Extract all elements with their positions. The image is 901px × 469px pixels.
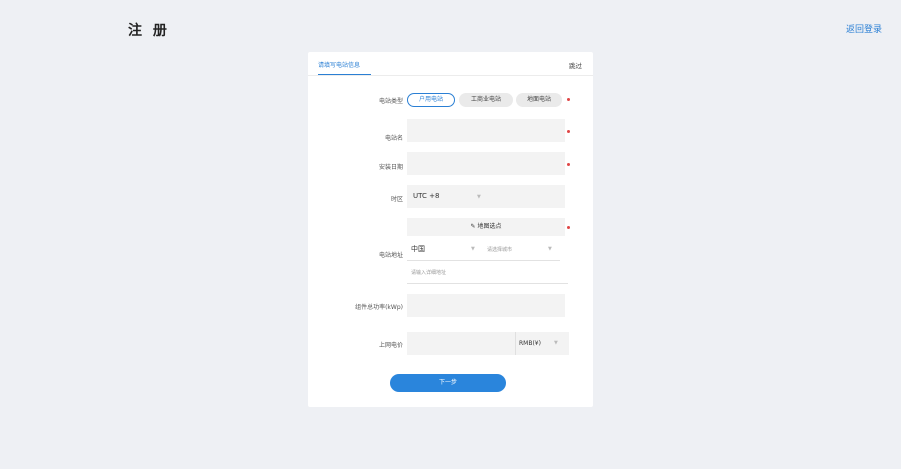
station-type-option-commercial[interactable]: 工商业电站 [459, 93, 513, 107]
currency-value: RMB(¥) [519, 340, 541, 347]
map-pick-label: 地图选点 [477, 223, 502, 230]
back-to-login-link[interactable]: 返回登录 [846, 22, 882, 35]
chevron-down-icon: ▼ [477, 194, 481, 200]
station-name-input[interactable] [407, 119, 565, 142]
chevron-down-icon: ▼ [554, 340, 558, 346]
station-type-option-residential[interactable]: 户用电站 [407, 93, 455, 107]
station-name-label: 电站名 [384, 135, 403, 142]
map-pick-button[interactable]: ✎ 地图选点 [407, 218, 565, 236]
station-type-option-ground[interactable]: 地面电站 [516, 93, 562, 107]
price-label: 上网电价 [378, 342, 403, 349]
chevron-down-icon: ▼ [548, 246, 552, 252]
page-title: 注 册 [128, 23, 170, 39]
currency-select[interactable]: RMB(¥) [515, 332, 569, 355]
skip-button[interactable]: 跳过 [569, 60, 582, 70]
station-address-label: 电站地址 [378, 252, 403, 259]
timezone-select[interactable]: UTC +8 [407, 185, 565, 208]
capacity-label: 组件总功率(kWp) [355, 304, 403, 311]
required-dot [567, 130, 570, 133]
install-date-label: 安装日期 [378, 164, 403, 171]
price-input[interactable] [407, 332, 515, 355]
required-dot [567, 98, 570, 101]
station-type-label: 电站类型 [378, 98, 403, 105]
chevron-down-icon: ▼ [471, 246, 475, 252]
city-select[interactable]: 请选择城市 [487, 246, 512, 253]
station-info-card: 请填写电站信息 跳过 电站类型 户用电站 工商业电站 地面电站 电站名 安装日期… [308, 52, 593, 407]
timezone-label: 时区 [390, 196, 403, 203]
detail-address-input[interactable]: 请输入详细地址 [411, 269, 446, 276]
timezone-value: UTC +8 [413, 192, 440, 200]
country-select[interactable]: 中国 [411, 244, 425, 254]
tab-station-info[interactable]: 请填写电站信息 [318, 60, 360, 75]
pencil-icon: ✎ [470, 223, 476, 230]
required-dot [567, 163, 570, 166]
install-date-input[interactable] [407, 152, 565, 175]
card-divider [308, 75, 593, 76]
next-step-button[interactable]: 下一步 [390, 374, 506, 392]
required-dot [567, 226, 570, 229]
address-divider [407, 283, 568, 284]
capacity-input[interactable] [407, 294, 565, 317]
address-divider [407, 260, 560, 261]
